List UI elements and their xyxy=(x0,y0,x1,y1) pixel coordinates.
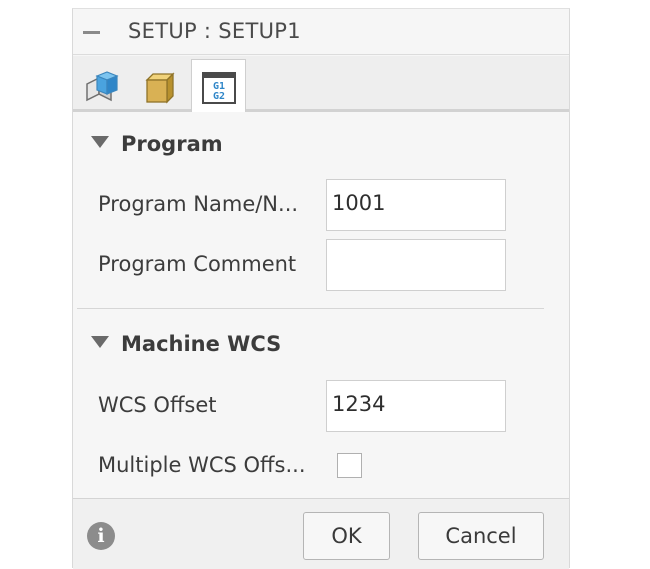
program-name-field[interactable]: 1001 xyxy=(326,179,506,231)
stock-box-icon xyxy=(145,72,175,104)
section-divider xyxy=(77,308,544,309)
section-machine-wcs-title: Machine WCS xyxy=(121,332,282,356)
triangle-down-icon[interactable] xyxy=(91,136,109,148)
section-machine-wcs[interactable]: Machine WCS xyxy=(91,332,281,356)
wcs-offset-field[interactable]: 1234 xyxy=(326,380,506,432)
collapse-icon[interactable] xyxy=(83,31,100,34)
tab-post-process[interactable]: G1 G2 xyxy=(191,59,246,114)
program-name-label: Program Name/N... xyxy=(98,192,299,216)
section-program[interactable]: Program xyxy=(91,132,223,156)
triangle-down-icon[interactable] xyxy=(91,336,109,348)
cancel-button[interactable]: Cancel xyxy=(418,512,544,560)
dialog-title: SETUP : SETUP1 xyxy=(128,19,301,43)
tab-bar: G1 G2 xyxy=(73,56,569,114)
section-program-title: Program xyxy=(121,132,223,156)
ok-button[interactable]: OK xyxy=(303,512,390,560)
multiple-wcs-offsets-label: Multiple WCS Offs... xyxy=(98,453,306,477)
dialog-header: SETUP : SETUP1 xyxy=(73,9,569,55)
program-comment-label: Program Comment xyxy=(98,252,297,276)
dialog-footer: i OK Cancel xyxy=(73,498,569,569)
wcs-offset-label: WCS Offset xyxy=(98,393,217,417)
dialog-content: Program Program Name/N... 1001 Program C… xyxy=(73,112,569,498)
g2-text: G2 xyxy=(213,91,225,102)
post-process-g1g2-icon: G1 G2 xyxy=(202,72,236,104)
tab-setup[interactable] xyxy=(75,59,130,111)
setup-cube-icon xyxy=(86,71,119,102)
info-icon[interactable]: i xyxy=(87,522,115,550)
setup-dialog: SETUP : SETUP1 G1 G2 Program Program Nam… xyxy=(72,8,570,569)
tab-stock[interactable] xyxy=(133,59,188,111)
multiple-wcs-offsets-checkbox[interactable] xyxy=(337,453,362,478)
program-comment-field[interactable] xyxy=(326,239,506,291)
